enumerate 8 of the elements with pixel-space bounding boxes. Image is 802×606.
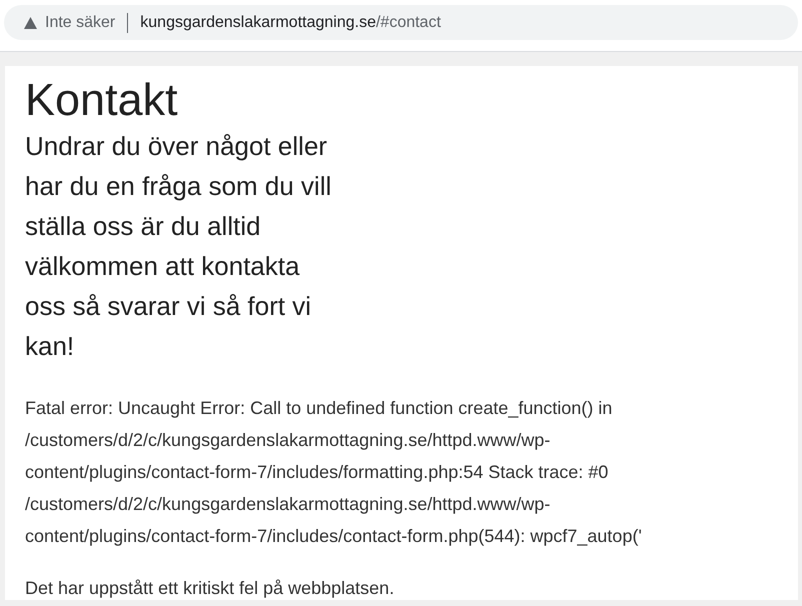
url-text: kungsgardenslakarmottagning.se/#contact	[140, 14, 441, 32]
intro-paragraph: Undrar du över något eller har du en fråga som du vill ställa oss är du alltid välkommen att kontakta oss så svarar vi så fort vi kan!	[25, 130, 332, 363]
page-heading: Kontakt	[25, 74, 179, 126]
address-bar[interactable]: Inte säker kungsgardenslakarmottagning.se/#contact	[4, 5, 798, 40]
error-message: Fatal error: Uncaught Error: Call to undefined function create_function() in /customers/d/2/c/kungsgardenslakarmottagning.se/httpd.www/wp- content/plugins/contact-form-7/includes/formatting.php:54 Stack trace: #0 /customers/d/2/c/kungsgardenslakarmottagning.se/httpd.www/wp- content/plugins/contact-form-7/includes/contact-form.php(544): wpcf7_autop('	[25, 397, 643, 548]
security-label: Inte säker	[45, 14, 116, 32]
warning-icon	[24, 16, 37, 28]
critical-error-text: Det har uppstått ett kritiskt fel på webbplatsen.	[25, 578, 396, 599]
